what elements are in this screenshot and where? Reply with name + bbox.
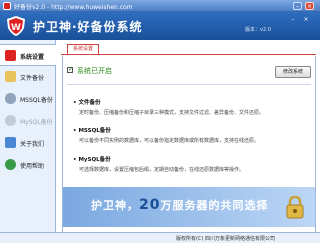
promo-prefix: 护卫神，: [91, 199, 139, 212]
sidebar-item-file-backup[interactable]: 文件备份: [0, 66, 56, 88]
feature-description: 可以备份不同实例的数据库，可以备份指定数据库或所有数据库，支持在线还原。: [79, 138, 260, 144]
sidebar-nav: 系统设置 文件备份 MSSQL备份 MySQL备份 关于我们 使用帮助: [0, 40, 56, 232]
sidebar-item-label: 关于我们: [20, 141, 45, 148]
folder-icon: [5, 71, 16, 82]
sidebar-item-about-us[interactable]: 关于我们: [0, 132, 56, 154]
feature-mysql-backup: • MySQL备份 可选择数据库，设置压缩包后缀，定期自动备份，在线还原数据库等…: [73, 157, 245, 173]
shield-logo-icon: W: [7, 16, 25, 36]
database-icon: [5, 93, 16, 104]
sidebar-item-help[interactable]: 使用帮助: [0, 154, 56, 176]
feature-title: MySQL备份: [78, 157, 111, 163]
padlock-icon: [286, 195, 304, 219]
tab-system-settings[interactable]: 系统设置: [67, 44, 99, 54]
window-titlebar: 好备份v2.0 - http://www.huweishen.com – ×: [0, 0, 320, 12]
help-icon: [5, 159, 16, 170]
app-icon: [3, 2, 11, 10]
feature-title: 文件备份: [78, 100, 101, 106]
header-minimize-button[interactable]: –: [289, 16, 297, 23]
sidebar-item-system-settings[interactable]: 系统设置: [0, 44, 56, 66]
feature-description: 定时备份、压缩备份和压缩子目录三种模式，支持文件过滤、差异备份、文件还原。: [79, 110, 265, 116]
tab-divider: [61, 54, 316, 55]
sidebar-item-label: MySQL备份: [20, 119, 53, 126]
divider: [67, 84, 311, 85]
version-label: 版本：v2.0: [245, 27, 271, 33]
modify-system-button[interactable]: 修改系统: [275, 66, 311, 78]
feature-description: 可选择数据库，设置压缩包后缀，定期自动备份，在线还原数据库等操作。: [79, 167, 245, 173]
system-status-text: 系统已开启: [77, 67, 112, 75]
window-title: 好备份v2.0 - http://www.huweishen.com: [14, 4, 133, 11]
promo-text: 护卫神，20万服务器的共同选择: [91, 197, 268, 213]
shield-icon: [5, 50, 16, 61]
promo-banner: 护卫神，20万服务器的共同选择: [63, 187, 315, 227]
sidebar-item-mysql-backup[interactable]: MySQL备份: [0, 110, 56, 132]
sidebar-item-label: 文件备份: [20, 75, 45, 82]
header-banner: W 护卫神·好备份系统 版本：v2.0 – ×: [0, 12, 320, 40]
main-content: 系统设置 系统已开启 修改系统 • 文件备份 定时备份、压缩备份和压缩子目录三种…: [57, 40, 320, 232]
feature-title: MSSQL备份: [78, 128, 111, 134]
sidebar-item-label: MSSQL备份: [20, 97, 53, 104]
promo-suffix: 万服务器的共同选择: [160, 199, 269, 212]
svg-text:W: W: [11, 23, 21, 33]
sidebar-item-label: 使用帮助: [20, 163, 45, 170]
sidebar-item-mssql-backup[interactable]: MSSQL备份: [0, 88, 56, 110]
window-minimize-button[interactable]: –: [293, 2, 302, 10]
window-close-button[interactable]: ×: [305, 2, 314, 10]
promo-number: 20: [139, 197, 161, 213]
status-footer: 版权所有(C) 四川万象更新网络通信有限公司: [0, 232, 320, 243]
header-close-button[interactable]: ×: [302, 16, 310, 23]
feature-mssql-backup: • MSSQL备份 可以备份不同实例的数据库，可以备份指定数据库或所有数据库，支…: [73, 128, 260, 144]
copyright-text: 版权所有(C) 四川万象更新网络通信有限公司: [176, 236, 275, 242]
app-brand-title: 护卫神·好备份系统: [33, 20, 143, 34]
info-icon: [5, 137, 16, 148]
feature-file-backup: • 文件备份 定时备份、压缩备份和压缩子目录三种模式，支持文件过滤、差异备份、文…: [73, 100, 265, 116]
system-enabled-checkbox[interactable]: [67, 66, 73, 73]
database-icon: [5, 115, 16, 126]
sidebar-item-label: 系统设置: [20, 54, 45, 61]
